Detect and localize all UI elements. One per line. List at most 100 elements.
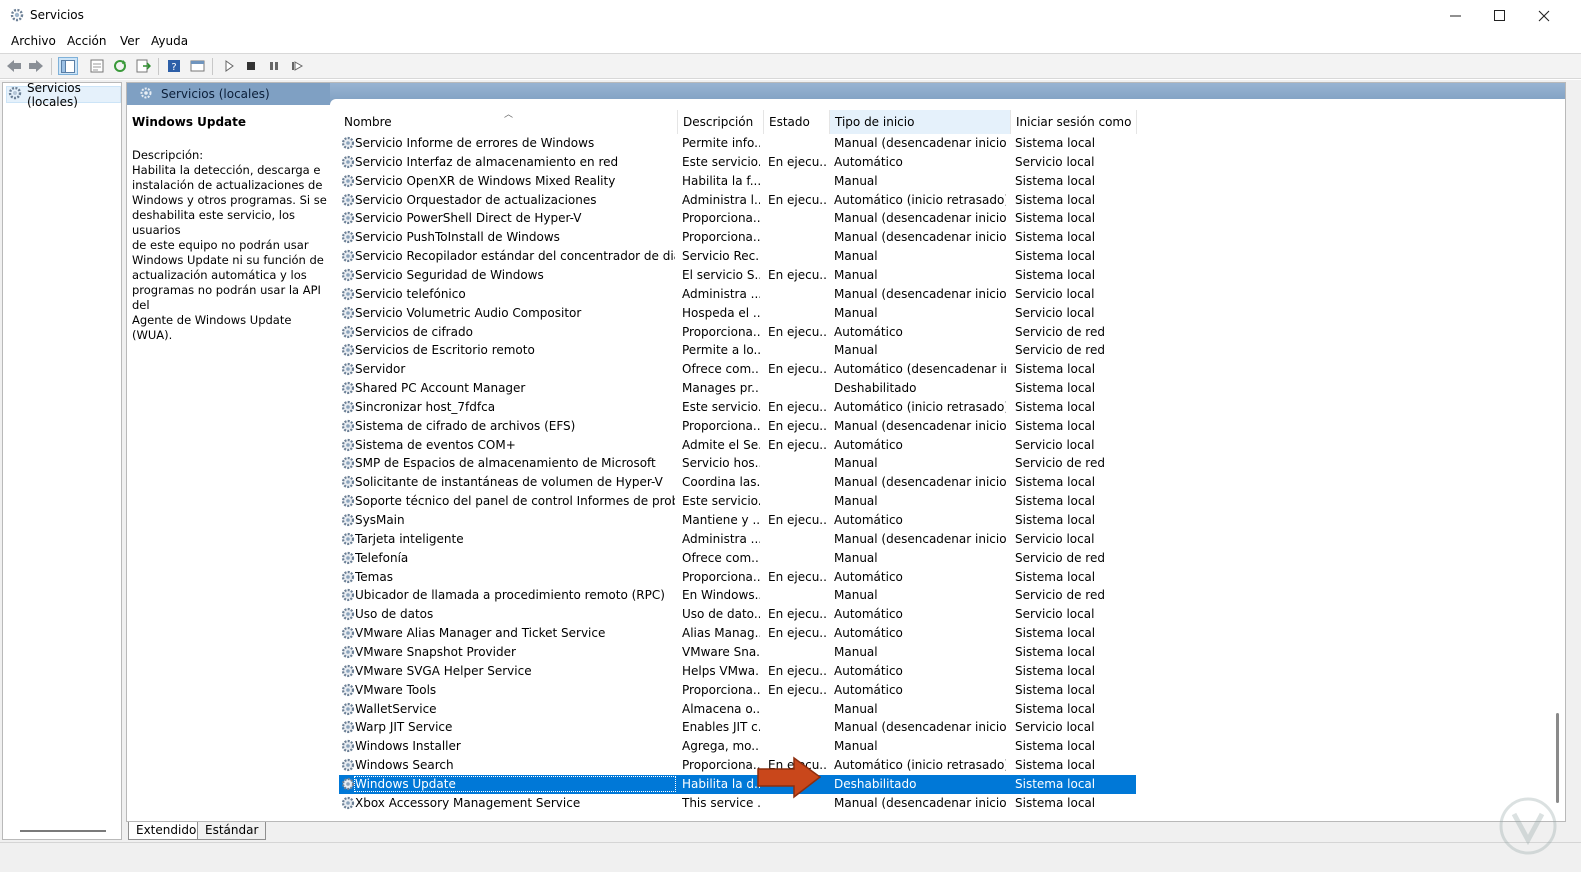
logon-as: Sistema local — [1015, 418, 1096, 433]
service-gear-icon — [340, 512, 356, 528]
tree-item-services-local[interactable]: Servicios (locales) — [6, 81, 121, 109]
view-icon[interactable] — [187, 57, 207, 75]
table-row[interactable]: Uso de datos Uso de dato... En ejecu... Aut… — [339, 605, 1136, 624]
table-row[interactable]: Windows SearchProporciona...En ejecu...A… — [339, 756, 1136, 775]
table-row[interactable]: Ubicador de llamada a procedimiento remo… — [339, 586, 1136, 605]
annotation-arrow-icon — [756, 755, 822, 800]
column-header-estado[interactable]: Estado — [764, 110, 830, 134]
tab-extendido[interactable]: Extendido — [128, 822, 205, 840]
service-name: Sincronizar host_7fdfca — [355, 399, 496, 414]
back-icon[interactable] — [4, 57, 24, 75]
table-row[interactable]: VMware Tools Proporciona... En ejecu... Aut… — [339, 681, 1136, 700]
table-row[interactable]: Servicio Recopilador estándar del concen… — [339, 247, 1136, 266]
export-list-icon[interactable] — [133, 57, 153, 75]
table-row[interactable]: Servicios de cifrado Proporciona... En eje… — [339, 323, 1136, 342]
service-description: Hospeda el ... — [682, 305, 760, 320]
logon-as: Sistema local — [1015, 626, 1096, 641]
maximize-button[interactable] — [1477, 0, 1523, 31]
table-row[interactable]: Sistema de cifrado de archivos (EFS) Prop… — [339, 417, 1136, 436]
service-name: Servicio Seguridad de Windows — [355, 267, 544, 282]
restart-service-icon[interactable] — [287, 57, 307, 75]
table-row[interactable]: Temas Proporciona... En ejecu... Automático… — [339, 568, 1136, 587]
service-gear-icon — [340, 550, 356, 566]
table-row[interactable]: Servidor Ofrece com... En ejecu... Automáti… — [339, 360, 1136, 379]
service-name: Servicio Volumetric Audio Compositor — [355, 305, 582, 320]
table-row[interactable]: Soporte técnico del panel de control Inf… — [339, 492, 1136, 511]
table-row[interactable]: VMware Snapshot Provider VMware Sna... Man… — [339, 643, 1136, 662]
vertical-scrollbar-thumb[interactable] — [1556, 713, 1559, 803]
service-description: This service ... — [682, 795, 760, 810]
forward-icon[interactable] — [26, 57, 46, 75]
pause-service-icon[interactable] — [264, 57, 284, 75]
service-description: Proporciona... — [682, 758, 760, 773]
service-name: Servicio Orquestador de actualizaciones — [355, 192, 597, 207]
service-description: Ofrece com... — [682, 362, 760, 377]
menu-ver[interactable]: Ver — [120, 34, 140, 48]
table-row[interactable]: Servicio Seguridad de Windows El servicio… — [339, 266, 1136, 285]
table-row[interactable]: Servicios de Escritorio remoto Permite a … — [339, 341, 1136, 360]
table-row[interactable]: Servicio Volumetric Audio Compositor Hosp… — [339, 304, 1136, 323]
table-row[interactable]: Warp JIT Service Enables JIT c... Manual (… — [339, 718, 1136, 737]
table-row[interactable]: Xbox Accessory Management Service This se… — [339, 794, 1136, 813]
startup-type: Manual — [834, 550, 878, 565]
table-row[interactable]: Servicio OpenXR de Windows Mixed Reality… — [339, 172, 1136, 191]
table-row[interactable]: Windows Update Habilita la d... Deshabilit… — [339, 774, 1136, 794]
table-row[interactable]: VMware Alias Manager and Ticket Service A… — [339, 624, 1136, 643]
table-row[interactable]: SysMain Mantiene y ... En ejecu... Automáti… — [339, 511, 1136, 530]
table-row[interactable]: Solicitante de instantáneas de volumen d… — [339, 473, 1136, 492]
startup-type: Manual — [834, 305, 878, 320]
table-row[interactable]: Servicio Informe de errores de Windows Pe… — [339, 134, 1136, 153]
table-row[interactable]: WalletService Almacena o... Manual Sistema … — [339, 700, 1136, 719]
tab-estandar[interactable]: Estándar — [197, 822, 267, 840]
service-name: Servicio Recopilador estándar del concen… — [355, 249, 675, 264]
table-row[interactable]: Servicio Interfaz de almacenamiento en r… — [339, 153, 1136, 172]
table-row[interactable]: Servicio telefónico Administra ... Manual … — [339, 285, 1136, 304]
close-button[interactable] — [1521, 0, 1567, 31]
show-tree-icon[interactable] — [58, 57, 78, 75]
startup-type: Automático — [834, 437, 903, 452]
service-description: Coordina las... — [682, 475, 760, 490]
menu-accion[interactable]: Acción — [67, 34, 106, 48]
table-row[interactable]: Windows Installer Agrega, mo... Manual Sist… — [339, 737, 1136, 756]
column-header-tipo-inicio[interactable]: Tipo de inicio — [830, 110, 1011, 134]
logon-as: Sistema local — [1015, 682, 1096, 697]
start-service-icon[interactable] — [219, 57, 239, 75]
service-status: En ejecu... — [768, 663, 826, 678]
description-line: de este equipo no podrán usar — [132, 238, 309, 252]
table-row[interactable]: Servicio Orquestador de actualizaciones A… — [339, 191, 1136, 210]
service-description: Proporciona... — [682, 418, 760, 433]
service-gear-icon — [340, 719, 356, 735]
column-header-descripcion[interactable]: Descripción — [678, 110, 764, 134]
column-header-nombre[interactable]: ︿ Nombre — [339, 110, 678, 134]
stop-service-icon[interactable] — [241, 57, 261, 75]
table-row[interactable]: Sincronizar host_7fdfca Este servicio... E… — [339, 398, 1136, 417]
table-row[interactable]: Servicio PushToInstall de Windows Proporc… — [339, 228, 1136, 247]
service-name: Windows Update — [354, 775, 676, 792]
horizontal-scrollbar[interactable] — [20, 830, 106, 832]
service-name: Servicio Informe de errores de Windows — [355, 136, 595, 150]
table-row[interactable]: SMP de Espacios de almacenamiento de Mic… — [339, 454, 1136, 473]
service-description: Alias Manag... — [682, 626, 760, 641]
menu-ayuda[interactable]: Ayuda — [151, 34, 188, 48]
table-row[interactable]: Sistema de eventos COM+ Admite el Se... En… — [339, 436, 1136, 455]
service-description: Admite el Se... — [682, 437, 760, 452]
table-row[interactable]: Shared PC Account Manager Manages pr... De… — [339, 379, 1136, 398]
service-name: Sistema de eventos COM+ — [355, 437, 516, 452]
help-icon[interactable]: ? — [164, 57, 184, 75]
table-row[interactable]: VMware SVGA Helper Service Helps VMwa... E… — [339, 662, 1136, 681]
column-header-iniciar-sesion[interactable]: Iniciar sesión como — [1011, 110, 1137, 134]
logon-as: Sistema local — [1015, 381, 1096, 396]
services-pane: Servicios (locales) Windows Update Descr… — [126, 82, 1566, 822]
menu-archivo[interactable]: Archivo — [11, 34, 56, 48]
refresh-icon[interactable] — [110, 57, 130, 75]
properties-icon[interactable] — [87, 57, 107, 75]
logon-as: Servicio de red — [1015, 588, 1105, 603]
service-gear-icon — [340, 192, 356, 208]
logon-as: Sistema local — [1015, 173, 1096, 188]
table-row[interactable]: Servicio PowerShell Direct de Hyper-V Pro… — [339, 209, 1136, 228]
startup-type: Manual — [834, 456, 878, 471]
table-row[interactable]: Telefonía Ofrece com... Manual Servicio de … — [339, 549, 1136, 568]
minimize-button[interactable] — [1433, 0, 1479, 31]
table-row[interactable]: Tarjeta inteligente Administra ... Manual … — [339, 530, 1136, 549]
startup-type: Manual (desencadenar inicio) — [834, 136, 1006, 150]
